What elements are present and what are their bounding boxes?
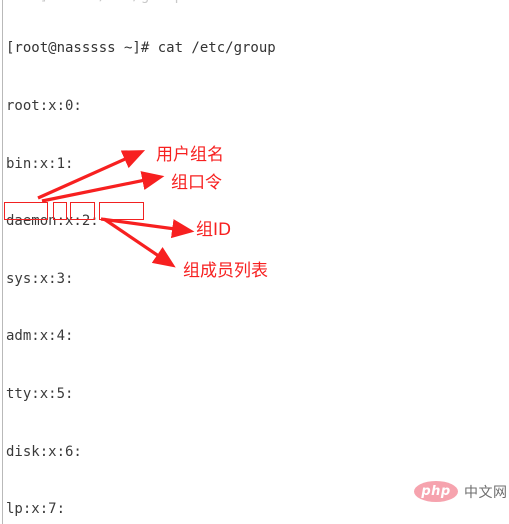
annotation-label-group-name: 用户组名 [156, 145, 224, 165]
group-entry-lp: lp:x:7: [6, 501, 66, 518]
annotation-label-group-passwd: 组口令 [171, 173, 222, 193]
php-logo-icon: php [414, 481, 458, 502]
annotation-label-group-id: 组ID [196, 220, 232, 240]
group-entry-root: root:x:0: [6, 98, 82, 114]
watermark-site-text: 中文网 [464, 484, 508, 501]
annotation-label-group-members: 组成员列表 [183, 261, 268, 281]
group-entry-disk: disk:x:6: [6, 443, 82, 460]
group-entry-adm: adm:x:4: [6, 328, 74, 345]
php-logo-text: php [421, 484, 451, 499]
group-entry-tty: tty:x:5: [6, 385, 74, 402]
left-edge-rule [2, 0, 3, 524]
terminal-prompt-line: [root@nasssss ~]# cat /etc/group [6, 40, 276, 57]
screenshot-root: ss ~]# cat /etc/group [root@nasssss ~]# … [0, 0, 509, 524]
watermark: php 中文网 [414, 481, 508, 502]
group-entry-bin: bin:x:1: [6, 155, 74, 172]
group-entry-daemon: daemon:x:2: [6, 213, 99, 230]
